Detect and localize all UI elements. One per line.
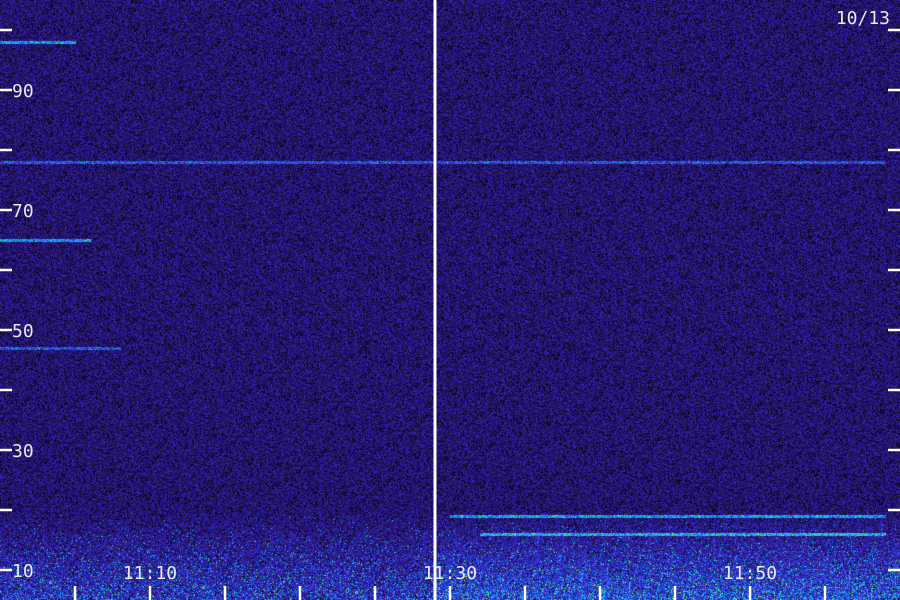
date-label: 10/13 [836,8,890,29]
y-tick-label: 30 [12,441,34,462]
x-tick-label: 11:30 [423,563,477,584]
y-tick-label: 50 [12,321,34,342]
y-tick-label: 10 [12,561,34,582]
x-tick-label: 11:10 [123,563,177,584]
x-tick-label: 11:50 [723,563,777,584]
axis-overlay: 10 30 50 70 90 11:10 11:30 11:50 10/13 [0,0,900,600]
y-tick-label: 90 [12,81,34,102]
y-tick-label: 70 [12,201,34,222]
